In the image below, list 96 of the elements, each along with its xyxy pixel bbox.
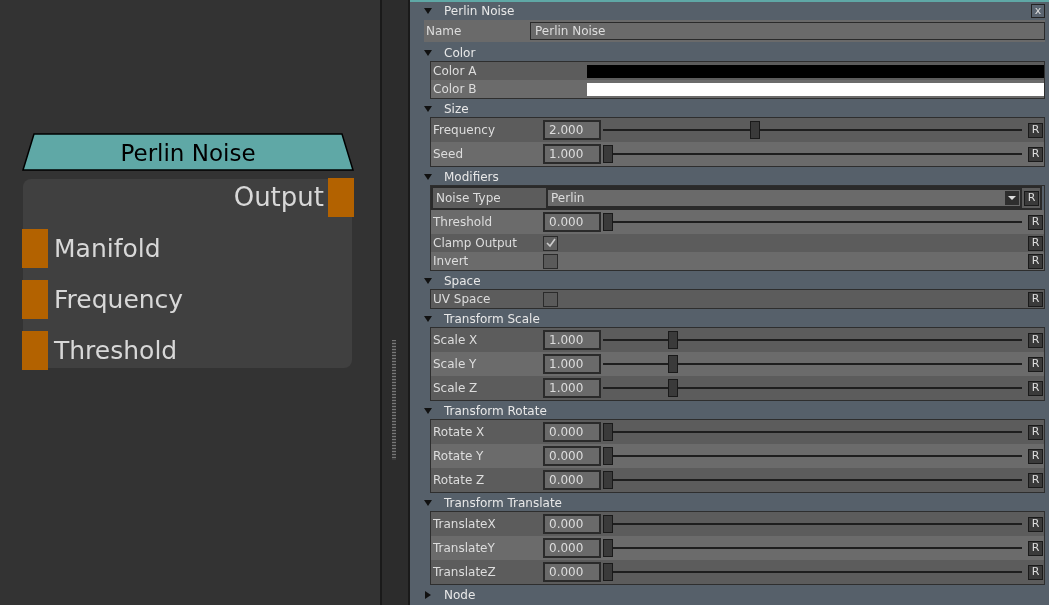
input-port[interactable] [22,330,48,370]
input-port[interactable] [22,279,48,319]
section-title: Transform Scale [444,311,540,326]
panel-title: Perlin Noise [444,4,515,18]
slider-thumb[interactable] [668,355,679,373]
port-label: Threshold [54,335,178,365]
output-port[interactable] [328,177,354,217]
reset-button[interactable]: R [1028,332,1043,348]
field-label: Rotate Y [433,449,485,463]
field-label: TranslateZ [433,565,497,579]
splitter-handle[interactable] [380,0,410,605]
slider-thumb[interactable] [603,539,613,557]
field-label: Rotate X [433,425,486,439]
collapse-arrow-icon[interactable] [424,7,432,15]
number-field[interactable]: 2.000 [543,120,601,140]
reset-button[interactable]: R [1028,291,1043,307]
reset-button[interactable]: R [1028,424,1043,440]
collapse-arrow-icon[interactable] [424,406,432,415]
collapse-arrow-icon[interactable] [424,314,432,323]
port-label: Frequency [54,284,184,314]
reset-button[interactable]: R [1028,472,1043,488]
field-label: Noise Type [436,191,502,205]
collapse-arrow-icon[interactable] [424,48,432,57]
slider-thumb[interactable] [603,515,613,533]
number-field[interactable]: 0.000 [543,562,601,582]
field-label: Threshold [433,215,494,229]
field-label: UV Space [433,292,492,306]
field-label: Color B [433,82,478,96]
field-label: Scale Y [433,357,478,371]
color-swatch[interactable] [587,82,1044,96]
dropdown[interactable]: Perlin [546,188,1022,208]
reset-button[interactable]: R [1028,564,1043,580]
number-field[interactable]: 0.000 [543,538,601,558]
number-field[interactable]: 1.000 [543,330,601,350]
field-label: TranslateX [433,517,497,531]
slider-thumb[interactable] [750,121,761,139]
number-field[interactable]: 0.000 [543,514,601,534]
field-label: Clamp Output [433,236,518,250]
section-title: Node [444,587,476,602]
reset-button[interactable]: R [1028,235,1043,251]
number-field[interactable]: 1.000 [543,144,601,164]
section-title: Size [444,101,469,116]
section-title: Transform Translate [444,495,562,510]
reset-button[interactable]: R [1028,540,1043,556]
field-label: Frequency [433,123,496,137]
collapse-arrow-icon[interactable] [424,104,432,113]
slider-thumb[interactable] [603,145,613,163]
port-label: Manifold [54,233,161,263]
collapse-arrow-icon[interactable] [424,276,432,285]
number-field[interactable]: 1.000 [543,378,601,398]
input-port[interactable] [22,228,48,268]
field-label: Scale X [433,333,479,347]
slider-thumb[interactable] [668,331,679,349]
field-label: Rotate Z [433,473,486,487]
name-field[interactable]: Perlin Noise [530,22,1045,40]
reset-button[interactable]: R [1028,380,1043,396]
reset-button[interactable]: R [1024,190,1039,206]
reset-button[interactable]: R [1028,356,1043,372]
number-field[interactable]: 0.000 [543,446,601,466]
reset-button[interactable]: R [1028,122,1043,138]
checkbox[interactable] [543,235,558,251]
section-title: Modifiers [444,169,499,184]
field-label: Seed [433,147,464,161]
collapse-arrow-icon[interactable] [424,498,432,507]
slider-thumb[interactable] [603,213,613,231]
field-label: Scale Z [433,381,479,395]
section-title: Transform Rotate [444,403,547,418]
slider-thumb[interactable] [668,379,679,397]
number-field[interactable]: 0.000 [543,422,601,442]
expand-arrow-icon[interactable] [424,590,432,599]
field-label: Invert [433,254,470,268]
field-label: Name [425,24,463,38]
node-title: Perlin Noise [120,141,256,165]
reset-button[interactable]: R [1028,516,1043,532]
field-label: TranslateY [433,541,496,555]
reset-button[interactable]: R [1028,253,1043,269]
reset-button[interactable]: R [1028,214,1043,230]
number-field[interactable]: 0.000 [543,470,601,490]
slider-thumb[interactable] [603,447,613,465]
color-swatch[interactable] [587,64,1044,78]
checkbox[interactable] [543,253,558,269]
collapse-arrow-icon[interactable] [424,172,432,181]
checkbox[interactable] [543,291,558,307]
reset-button[interactable]: R [1028,146,1043,162]
number-field[interactable]: 0.000 [543,212,601,232]
slider-thumb[interactable] [603,563,613,581]
slider-thumb[interactable] [603,471,613,489]
number-field[interactable]: 1.000 [543,354,601,374]
field-label: Color A [433,64,478,78]
section-title: Space [444,273,481,288]
port-label: Output [233,182,324,212]
slider-thumb[interactable] [603,423,613,441]
node-header[interactable] [22,133,354,171]
close-button[interactable]: x [1031,4,1045,18]
section-title: Color [444,45,476,60]
reset-button[interactable]: R [1028,448,1043,464]
